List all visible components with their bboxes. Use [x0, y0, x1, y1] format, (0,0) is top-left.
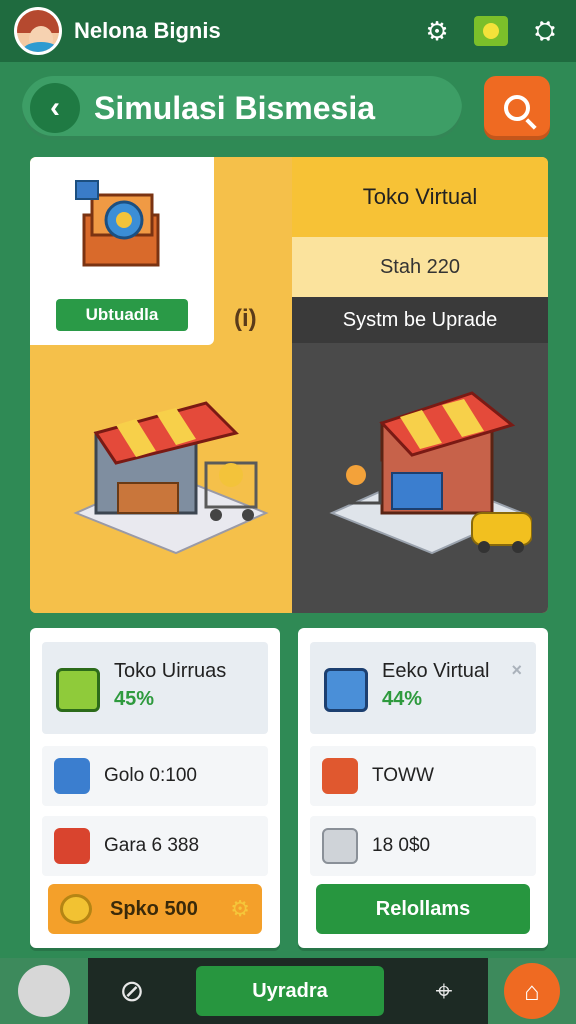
- chevron-left-icon[interactable]: ‹: [30, 83, 80, 133]
- cart-icon: [322, 758, 358, 794]
- compass-icon[interactable]: ⊘: [110, 970, 154, 1014]
- badge-icon[interactable]: [474, 16, 508, 46]
- gear-icon: ⚙: [230, 896, 250, 921]
- username: Nelona Bignis: [74, 18, 221, 43]
- system-upgrade-label: Systm be Uprade: [292, 297, 548, 343]
- profile-icon: [18, 965, 70, 1017]
- refill-button[interactable]: Relollams: [316, 884, 530, 934]
- top-bar: Nelona Bignis ⚙ ⛭: [0, 0, 576, 62]
- card-title: Toko Uirruas: [114, 660, 227, 682]
- virtual-store-title: Toko Virtual: [292, 157, 548, 237]
- home-button[interactable]: ⌂: [488, 958, 576, 1024]
- gear-icon[interactable]: ⚙: [420, 14, 454, 48]
- stat-row: 18 0$0: [310, 816, 536, 876]
- menu-icon[interactable]: ⛭: [528, 14, 562, 48]
- bottom-nav: ⊘ Uyradra ⌖ ⌂: [0, 958, 576, 1024]
- store-card-physical[interactable]: Toko Uirruas 45% Golo 0:100 Gara 6 388 S…: [30, 628, 280, 948]
- card-header: Toko Uirruas 45%: [42, 642, 268, 734]
- avatar[interactable]: [14, 7, 62, 55]
- close-icon[interactable]: ×: [511, 660, 522, 681]
- virtual-store-price: Stah 220: [292, 237, 548, 297]
- card-header: Eeko Virtual 44% ×: [310, 642, 536, 734]
- stat-value: Golo 0:100: [104, 765, 197, 786]
- search-button[interactable]: [484, 76, 550, 140]
- stat-row: Gara 6 388: [42, 816, 268, 876]
- virtual-store-icon: [324, 668, 368, 712]
- upgrade-coins-button[interactable]: Spko 500 ⚙: [48, 884, 262, 934]
- physical-store-illustration: [73, 401, 269, 555]
- store-icon: [56, 668, 100, 712]
- store-card-virtual[interactable]: Eeko Virtual 44% × TOWW 18 0$0 Relollams: [298, 628, 548, 948]
- hero-panel: Ubtuadla Toko Virtual Stah 220 Systm be …: [30, 157, 548, 613]
- virtual-store-illustration: [329, 391, 532, 555]
- coins-icon: [60, 894, 92, 924]
- target-icon[interactable]: ⌖: [422, 970, 466, 1014]
- stat-row: Golo 0:100: [42, 746, 268, 806]
- stat-value: TOWW: [372, 765, 434, 786]
- page-title: Simulasi Bismesia: [94, 89, 376, 126]
- search-icon: [504, 95, 530, 121]
- card-percent: 44%: [382, 688, 423, 710]
- upload-button[interactable]: Ubtuadla: [56, 299, 188, 331]
- profile-button[interactable]: [0, 958, 88, 1024]
- upload-card: Ubtuadla: [30, 157, 214, 345]
- home-icon: ⌂: [504, 963, 560, 1019]
- stat-value: Gara 6 388: [104, 835, 200, 856]
- crate-icon: [54, 828, 90, 864]
- shop-box-icon: [75, 180, 160, 267]
- card-percent: 45%: [114, 688, 155, 710]
- info-icon: (i): [234, 305, 257, 332]
- stat-row: TOWW: [310, 746, 536, 806]
- card-title: Eeko Virtual: [382, 660, 490, 682]
- button-label: Spko 500: [110, 897, 198, 920]
- phone-coin-icon: [54, 758, 90, 794]
- box-icon: [322, 828, 358, 864]
- stat-value: 18 0$0: [372, 835, 431, 856]
- title-bar: ‹ Simulasi Bismesia: [22, 76, 462, 140]
- upgrade-nav-button[interactable]: Uyradra: [196, 966, 384, 1016]
